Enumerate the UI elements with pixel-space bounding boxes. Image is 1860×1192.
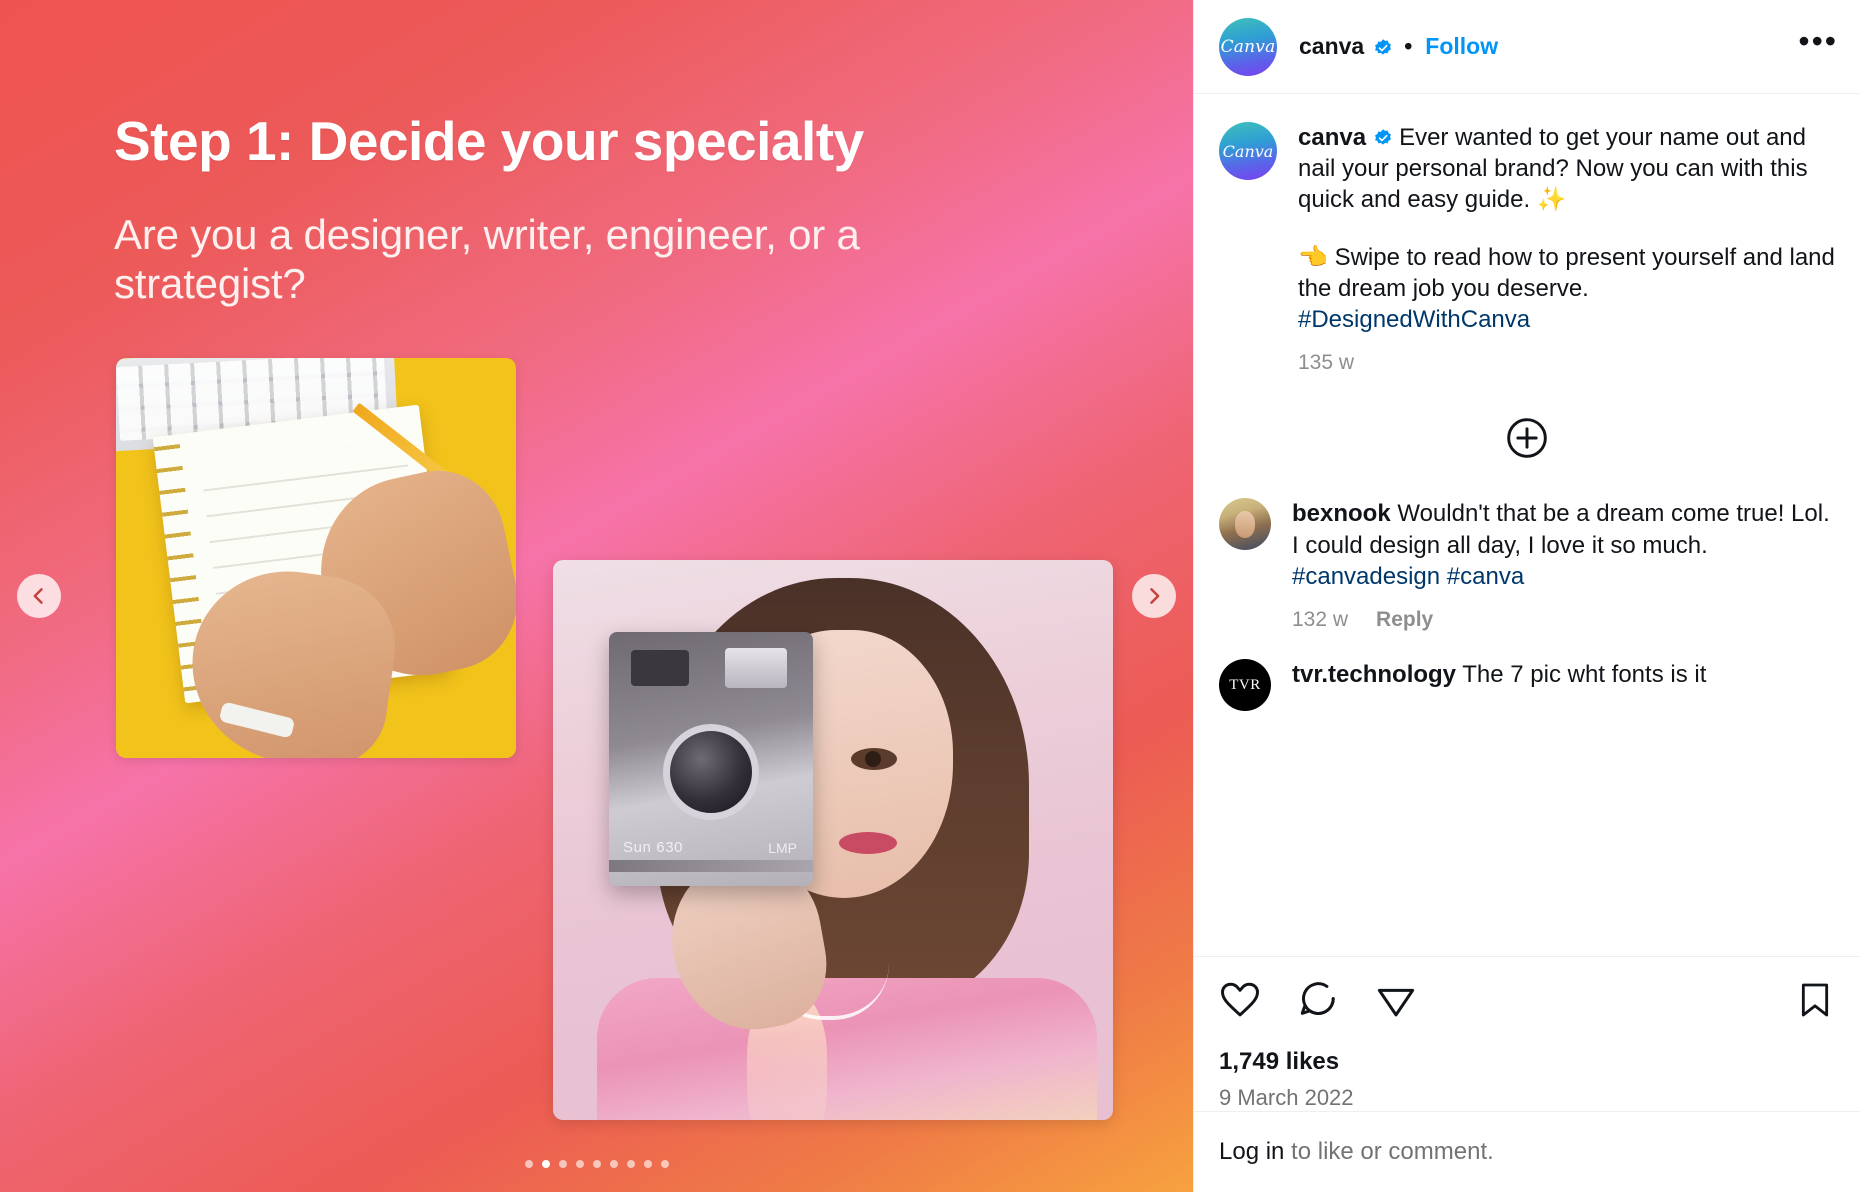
carousel-dot[interactable] (609, 1160, 618, 1168)
polaroid-camera-shape: Sun 630 LMP (609, 632, 813, 886)
header-username-group[interactable]: canva • Follow (1299, 33, 1498, 60)
likes-count[interactable]: 1,749 likes (1219, 1048, 1835, 1076)
caption-hashtag[interactable]: #DesignedWithCanva (1298, 306, 1530, 333)
heart-icon[interactable] (1219, 979, 1261, 1026)
post-caption: Canva canva Ever wanted to get your name… (1194, 94, 1860, 376)
carousel-dot[interactable] (643, 1160, 652, 1168)
post-actions: 1,749 likes 9 March 2022 (1194, 956, 1860, 1111)
comment-avatar-label: TVR (1229, 676, 1261, 693)
slide-photo-notebook (116, 358, 516, 758)
caption-body-2: Swipe to read how to present yourself an… (1298, 243, 1835, 302)
camera-film-strip (609, 860, 813, 872)
carousel-dots[interactable] (0, 1160, 1193, 1168)
comment-username[interactable]: bexnook (1292, 500, 1391, 527)
camera-model-label: Sun 630 (623, 839, 684, 856)
comment-timestamp: 132 w (1292, 607, 1349, 631)
comment-avatar[interactable] (1219, 498, 1271, 551)
flash-shape (725, 648, 787, 688)
login-prompt-rest: to like or comment. (1284, 1138, 1494, 1165)
comment-username[interactable]: tvr.technology (1292, 661, 1456, 688)
login-prompt: Log in to like or comment. (1194, 1111, 1860, 1192)
slide-photo-camera-portrait: Sun 630 LMP (553, 560, 1113, 1120)
viewfinder-shape (631, 650, 689, 686)
avatar[interactable]: Canva (1219, 17, 1277, 76)
header-separator: • (1404, 33, 1413, 59)
more-options-icon[interactable]: ••• (1798, 25, 1838, 69)
comment-item: TVR tvr.technology The 7 pic wht fonts i… (1194, 633, 1860, 712)
verified-badge-icon (1373, 125, 1393, 145)
slide-subtext: Are you a designer, writer, engineer, or… (114, 211, 860, 308)
plus-circle-icon[interactable] (1505, 416, 1549, 460)
login-link[interactable]: Log in (1219, 1138, 1284, 1165)
share-paper-plane-icon[interactable] (1375, 979, 1417, 1026)
caption-text-block: canva Ever wanted to get your name out a… (1298, 122, 1836, 376)
carousel-dot[interactable] (575, 1160, 584, 1168)
slide-headline: Step 1: Decide your specialty (114, 110, 864, 172)
carousel-dot[interactable] (660, 1160, 669, 1168)
carousel-slide-2: Step 1: Decide your specialty Are you a … (0, 0, 1193, 1192)
comment-text: The 7 pic wht fonts is it (1462, 661, 1707, 689)
comment-meta: 132 w Reply (1292, 606, 1836, 633)
caption-username[interactable]: canva (1298, 124, 1366, 151)
bookmark-icon[interactable] (1795, 980, 1835, 1025)
carousel-dot[interactable] (558, 1160, 567, 1168)
follow-button[interactable]: Follow (1425, 33, 1498, 60)
comment-body: bexnook Wouldn't that be a dream come tr… (1292, 498, 1836, 633)
post-media-carousel[interactable]: Step 1: Decide your specialty Are you a … (0, 0, 1193, 1192)
post-comments-scroll[interactable]: Canva canva Ever wanted to get your name… (1194, 94, 1860, 956)
caption-timestamp: 135 w (1298, 351, 1355, 375)
carousel-dot[interactable] (592, 1160, 601, 1168)
carousel-dot-active[interactable] (541, 1160, 550, 1168)
comment-item: bexnook Wouldn't that be a dream come tr… (1194, 486, 1860, 633)
caption-avatar-label: Canva (1222, 141, 1274, 161)
comment-hashtags[interactable]: #canvadesign #canva (1292, 563, 1524, 590)
post-header: Canva canva • Follow ••• (1194, 0, 1860, 94)
comment-body: tvr.technology The 7 pic wht fonts is it (1292, 659, 1836, 711)
camera-brand-label: LMP (768, 840, 797, 856)
lips-shape (839, 832, 897, 854)
camera-lens-shape (663, 724, 759, 820)
post-date: 9 March 2022 (1219, 1085, 1354, 1110)
eye-shape (851, 748, 897, 770)
instagram-post-page: Step 1: Decide your specialty Are you a … (0, 0, 1860, 1192)
pointing-left-hand-icon: 👈 (1298, 243, 1328, 271)
carousel-next-button[interactable] (1132, 574, 1176, 618)
comment-text-line: tvr.technology The 7 pic wht fonts is it (1292, 659, 1836, 690)
verified-badge-icon (1373, 37, 1393, 57)
caption-paragraph-1: canva Ever wanted to get your name out a… (1298, 122, 1836, 216)
carousel-dot[interactable] (524, 1160, 533, 1168)
carousel-prev-button[interactable] (17, 574, 61, 618)
avatar-label: Canva (1220, 36, 1276, 57)
chevron-right-icon (1144, 586, 1164, 606)
header-username[interactable]: canva (1299, 33, 1364, 60)
comment-bubble-icon[interactable] (1297, 979, 1339, 1026)
action-icon-row (1219, 979, 1835, 1026)
carousel-dot[interactable] (626, 1160, 635, 1168)
post-sidebar: Canva canva • Follow ••• Canva canva Eve… (1193, 0, 1860, 1192)
chevron-left-icon (29, 586, 49, 606)
comment-reply-button[interactable]: Reply (1376, 606, 1433, 633)
comment-text-line: bexnook Wouldn't that be a dream come tr… (1292, 498, 1836, 592)
caption-avatar[interactable]: Canva (1219, 122, 1277, 180)
comment-avatar[interactable]: TVR (1219, 659, 1271, 712)
caption-paragraph-2: 👈 Swipe to read how to present yourself … (1298, 242, 1836, 336)
add-comment-row[interactable] (1194, 376, 1860, 486)
